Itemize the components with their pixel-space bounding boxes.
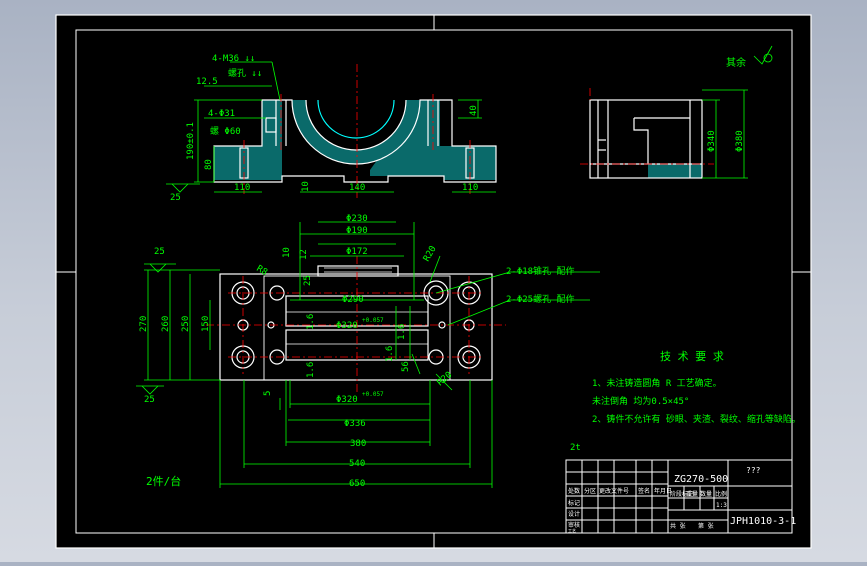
tb-cell-signature: 签名 [638, 487, 650, 495]
drawing-sheet: 4-M36 ↓↓ 螺孔 ↓↓ 4-Φ31 螺 Φ60 12.5 190±0.1 … [55, 14, 812, 549]
dim-10: 10 [301, 181, 311, 192]
dim-10: 10 [282, 247, 292, 258]
tb-cell-change-doc: 更改文件号 [599, 487, 629, 495]
dim-250: 250 [181, 316, 191, 332]
tech-req-note-2: 2t [570, 443, 581, 453]
tech-req-heading: 技 术 要 求 [660, 350, 724, 363]
dim-12: 12 [299, 249, 309, 260]
dim-phi320-a: Φ320 [336, 321, 358, 331]
tb-material: ZG270-500 [674, 474, 728, 485]
roughness-25-bottom: 25 [144, 395, 155, 405]
dim-phi172: Φ172 [346, 247, 368, 257]
dim-phi190: Φ190 [346, 226, 368, 236]
tech-req-line-3: 2、铸件不允许有 砂眼、夹渣、裂纹、缩孔等缺陷。 [592, 413, 801, 425]
hole-callout-phi18: 2-Φ18锥孔 配作 [506, 265, 575, 277]
dim-260: 260 [161, 316, 171, 332]
tb-weight-label: 重量 [686, 490, 698, 498]
tb-row-mark: 标记 [568, 499, 580, 507]
dim-5: 5 [263, 391, 273, 396]
dim-1-6-d: 1.6 [385, 346, 395, 362]
tb-scale-label: 比例 [715, 490, 727, 498]
tb-drawing-no: JPH1010-3-1 [730, 516, 796, 527]
dim-tol-a: +0.057 [362, 317, 384, 324]
dim-phi340: Φ340 [707, 130, 717, 152]
dim-40: 40 [469, 105, 479, 116]
finish-note: 其余 [726, 56, 746, 69]
scale-note: 2件/台 [146, 474, 181, 488]
dim-150: 150 [201, 316, 211, 332]
callout-m36: 4-M36 ↓↓ [212, 54, 255, 64]
dim-tol-b: +0.057 [362, 391, 384, 398]
cad-viewport[interactable]: 4-M36 ↓↓ 螺孔 ↓↓ 4-Φ31 螺 Φ60 12.5 190±0.1 … [0, 0, 867, 562]
dim-phi320-b: Φ320 [336, 395, 358, 405]
dim-190: 190±0.1 [186, 122, 196, 160]
tb-row-design: 设计 [568, 510, 580, 518]
callout-phi60: 螺 Φ60 [210, 126, 241, 137]
dim-phi380: Φ380 [735, 130, 745, 152]
dim-110-left: 110 [234, 183, 250, 193]
dim-650: 650 [349, 479, 365, 489]
callout-phi31: 4-Φ31 [208, 109, 235, 119]
dim-phi230: Φ230 [346, 214, 368, 224]
dim-1-6-a: 1.6 [306, 314, 316, 330]
tb-cell-marks: 处数 [568, 487, 580, 495]
dim-540: 540 [349, 459, 365, 469]
tb-sheets-total: 共 张 [670, 522, 686, 530]
tb-part-name: ??? [746, 466, 761, 475]
dim-270: 270 [139, 316, 149, 332]
hole-callout-phi25: 2-Φ25螺孔 配作 [506, 293, 575, 305]
dim-12-5: 12.5 [196, 77, 218, 87]
dim-80: 80 [204, 159, 214, 170]
dim-phi290: Φ290 [342, 295, 364, 305]
dim-1-6-b: 1.6 [306, 362, 316, 378]
dim-56: 56 [401, 361, 411, 372]
tech-req-line-2: 未注倒角 均为0.5×45° [592, 395, 689, 407]
dim-25-top: 25 [303, 275, 313, 286]
tb-row-process: 工艺 [568, 528, 576, 533]
tb-quantity-label: 数量 [700, 490, 712, 498]
tb-cell-zone: 分区 [584, 487, 596, 495]
dim-110-right: 110 [462, 183, 478, 193]
dim-140: 140 [349, 183, 365, 193]
roughness-25-left: 25 [154, 247, 165, 257]
dim-phi336: Φ336 [344, 419, 366, 429]
roughness-25-top: 25 [170, 193, 181, 203]
tb-scale-value: 1:3 [716, 502, 727, 509]
tech-req-line-1: 1、未注铸造圆角 R 工艺确定。 [592, 377, 722, 389]
tb-sheet-no: 第 张 [698, 522, 714, 530]
callout-m36-depth: 螺孔 ↓↓ [228, 68, 262, 79]
dim-380: 380 [350, 439, 366, 449]
dim-1-6-c: 1.6 [397, 324, 407, 340]
